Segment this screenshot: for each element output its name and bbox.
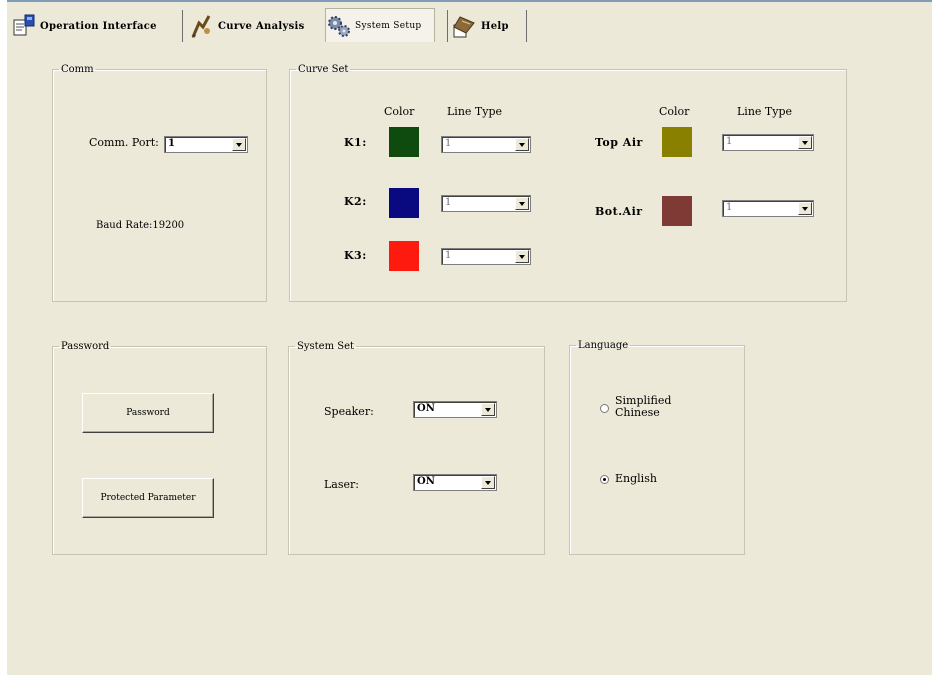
k3-label: K3: — [344, 249, 367, 262]
tab-system-setup[interactable]: System Setup — [325, 8, 435, 42]
k1-label: K1: — [344, 136, 367, 149]
speaker-value: ON — [417, 403, 435, 414]
tab-curve-analysis[interactable]: Curve Analysis — [189, 10, 317, 42]
system-set-legend: System Set — [297, 341, 355, 352]
k1-linetype-select[interactable]: 1 — [441, 136, 531, 153]
chevron-down-icon[interactable] — [515, 138, 529, 151]
english-label[interactable]: English — [615, 473, 657, 485]
simplified-chinese-line2: Chinese — [615, 406, 660, 419]
speaker-select[interactable]: ON — [413, 401, 497, 418]
chevron-down-icon[interactable] — [515, 250, 529, 263]
bot-air-linetype-select[interactable]: 1 — [722, 200, 814, 217]
protected-parameter-button[interactable]: Protected Parameter — [82, 478, 214, 518]
help-book-icon — [452, 13, 478, 39]
k2-linetype-value: 1 — [445, 197, 452, 208]
curve-set-legend: Curve Set — [298, 64, 349, 75]
laser-value: ON — [417, 476, 435, 487]
chevron-down-icon[interactable] — [798, 136, 812, 149]
comm-port-select[interactable]: 1 — [164, 136, 248, 153]
chevron-down-icon[interactable] — [232, 138, 246, 151]
chevron-down-icon[interactable] — [481, 476, 495, 489]
tab-help[interactable]: Help — [447, 10, 527, 42]
password-legend: Password — [61, 341, 110, 352]
linetype-header: Line Type — [737, 105, 793, 118]
english-radio[interactable] — [600, 475, 609, 484]
k1-linetype-value: 1 — [445, 138, 452, 149]
color-header: Color — [659, 105, 690, 118]
chevron-down-icon[interactable] — [515, 197, 529, 210]
language-group: Language — [569, 340, 745, 555]
chevron-down-icon[interactable] — [481, 403, 495, 416]
curve-set-group: Curve Set — [289, 64, 847, 302]
password-group: Password — [52, 341, 267, 555]
comm-port-label: Comm. Port: — [89, 136, 159, 149]
simplified-chinese-label[interactable]: Simplified Chinese — [615, 395, 671, 419]
system-set-group: System Set — [288, 341, 545, 555]
comm-legend: Comm — [61, 64, 94, 75]
bot-air-linetype-value: 1 — [726, 202, 733, 213]
linetype-header: Line Type — [447, 105, 503, 118]
speaker-label: Speaker: — [324, 405, 374, 418]
top-air-linetype-value: 1 — [726, 136, 733, 147]
k1-color-swatch[interactable] — [389, 127, 419, 157]
k3-linetype-value: 1 — [445, 250, 452, 261]
tab-label: Operation Interface — [40, 20, 157, 32]
tab-operation-interface[interactable]: Operation Interface — [11, 10, 183, 42]
simplified-chinese-radio[interactable] — [600, 404, 609, 413]
language-legend: Language — [578, 340, 629, 351]
laser-label: Laser: — [324, 478, 359, 491]
comm-group: Comm — [52, 64, 267, 302]
tab-label: System Setup — [355, 20, 422, 31]
k2-label: K2: — [344, 195, 367, 208]
password-button[interactable]: Password — [82, 393, 214, 433]
document-cube-icon — [11, 13, 37, 39]
top-air-label: Top Air — [595, 136, 643, 149]
color-header: Color — [384, 105, 415, 118]
k2-color-swatch[interactable] — [389, 188, 419, 218]
tab-label: Curve Analysis — [218, 20, 305, 32]
laser-select[interactable]: ON — [413, 474, 497, 491]
bot-air-color-swatch[interactable] — [662, 196, 692, 226]
k3-color-swatch[interactable] — [389, 241, 419, 271]
pen-chart-icon — [189, 13, 215, 39]
system-setup-window: Operation Interface Curve Analysis Syste… — [7, 0, 932, 675]
tab-bar: Operation Interface Curve Analysis Syste… — [7, 8, 932, 46]
tab-label: Help — [481, 20, 509, 32]
chevron-down-icon[interactable] — [798, 202, 812, 215]
baud-rate-label: Baud Rate:19200 — [96, 220, 185, 231]
top-air-color-swatch[interactable] — [662, 127, 692, 157]
comm-port-value: 1 — [168, 138, 175, 149]
k3-linetype-select[interactable]: 1 — [441, 248, 531, 265]
bot-air-label: Bot.Air — [595, 205, 643, 218]
k2-linetype-select[interactable]: 1 — [441, 195, 531, 212]
top-air-linetype-select[interactable]: 1 — [722, 134, 814, 151]
gears-icon — [326, 13, 352, 39]
